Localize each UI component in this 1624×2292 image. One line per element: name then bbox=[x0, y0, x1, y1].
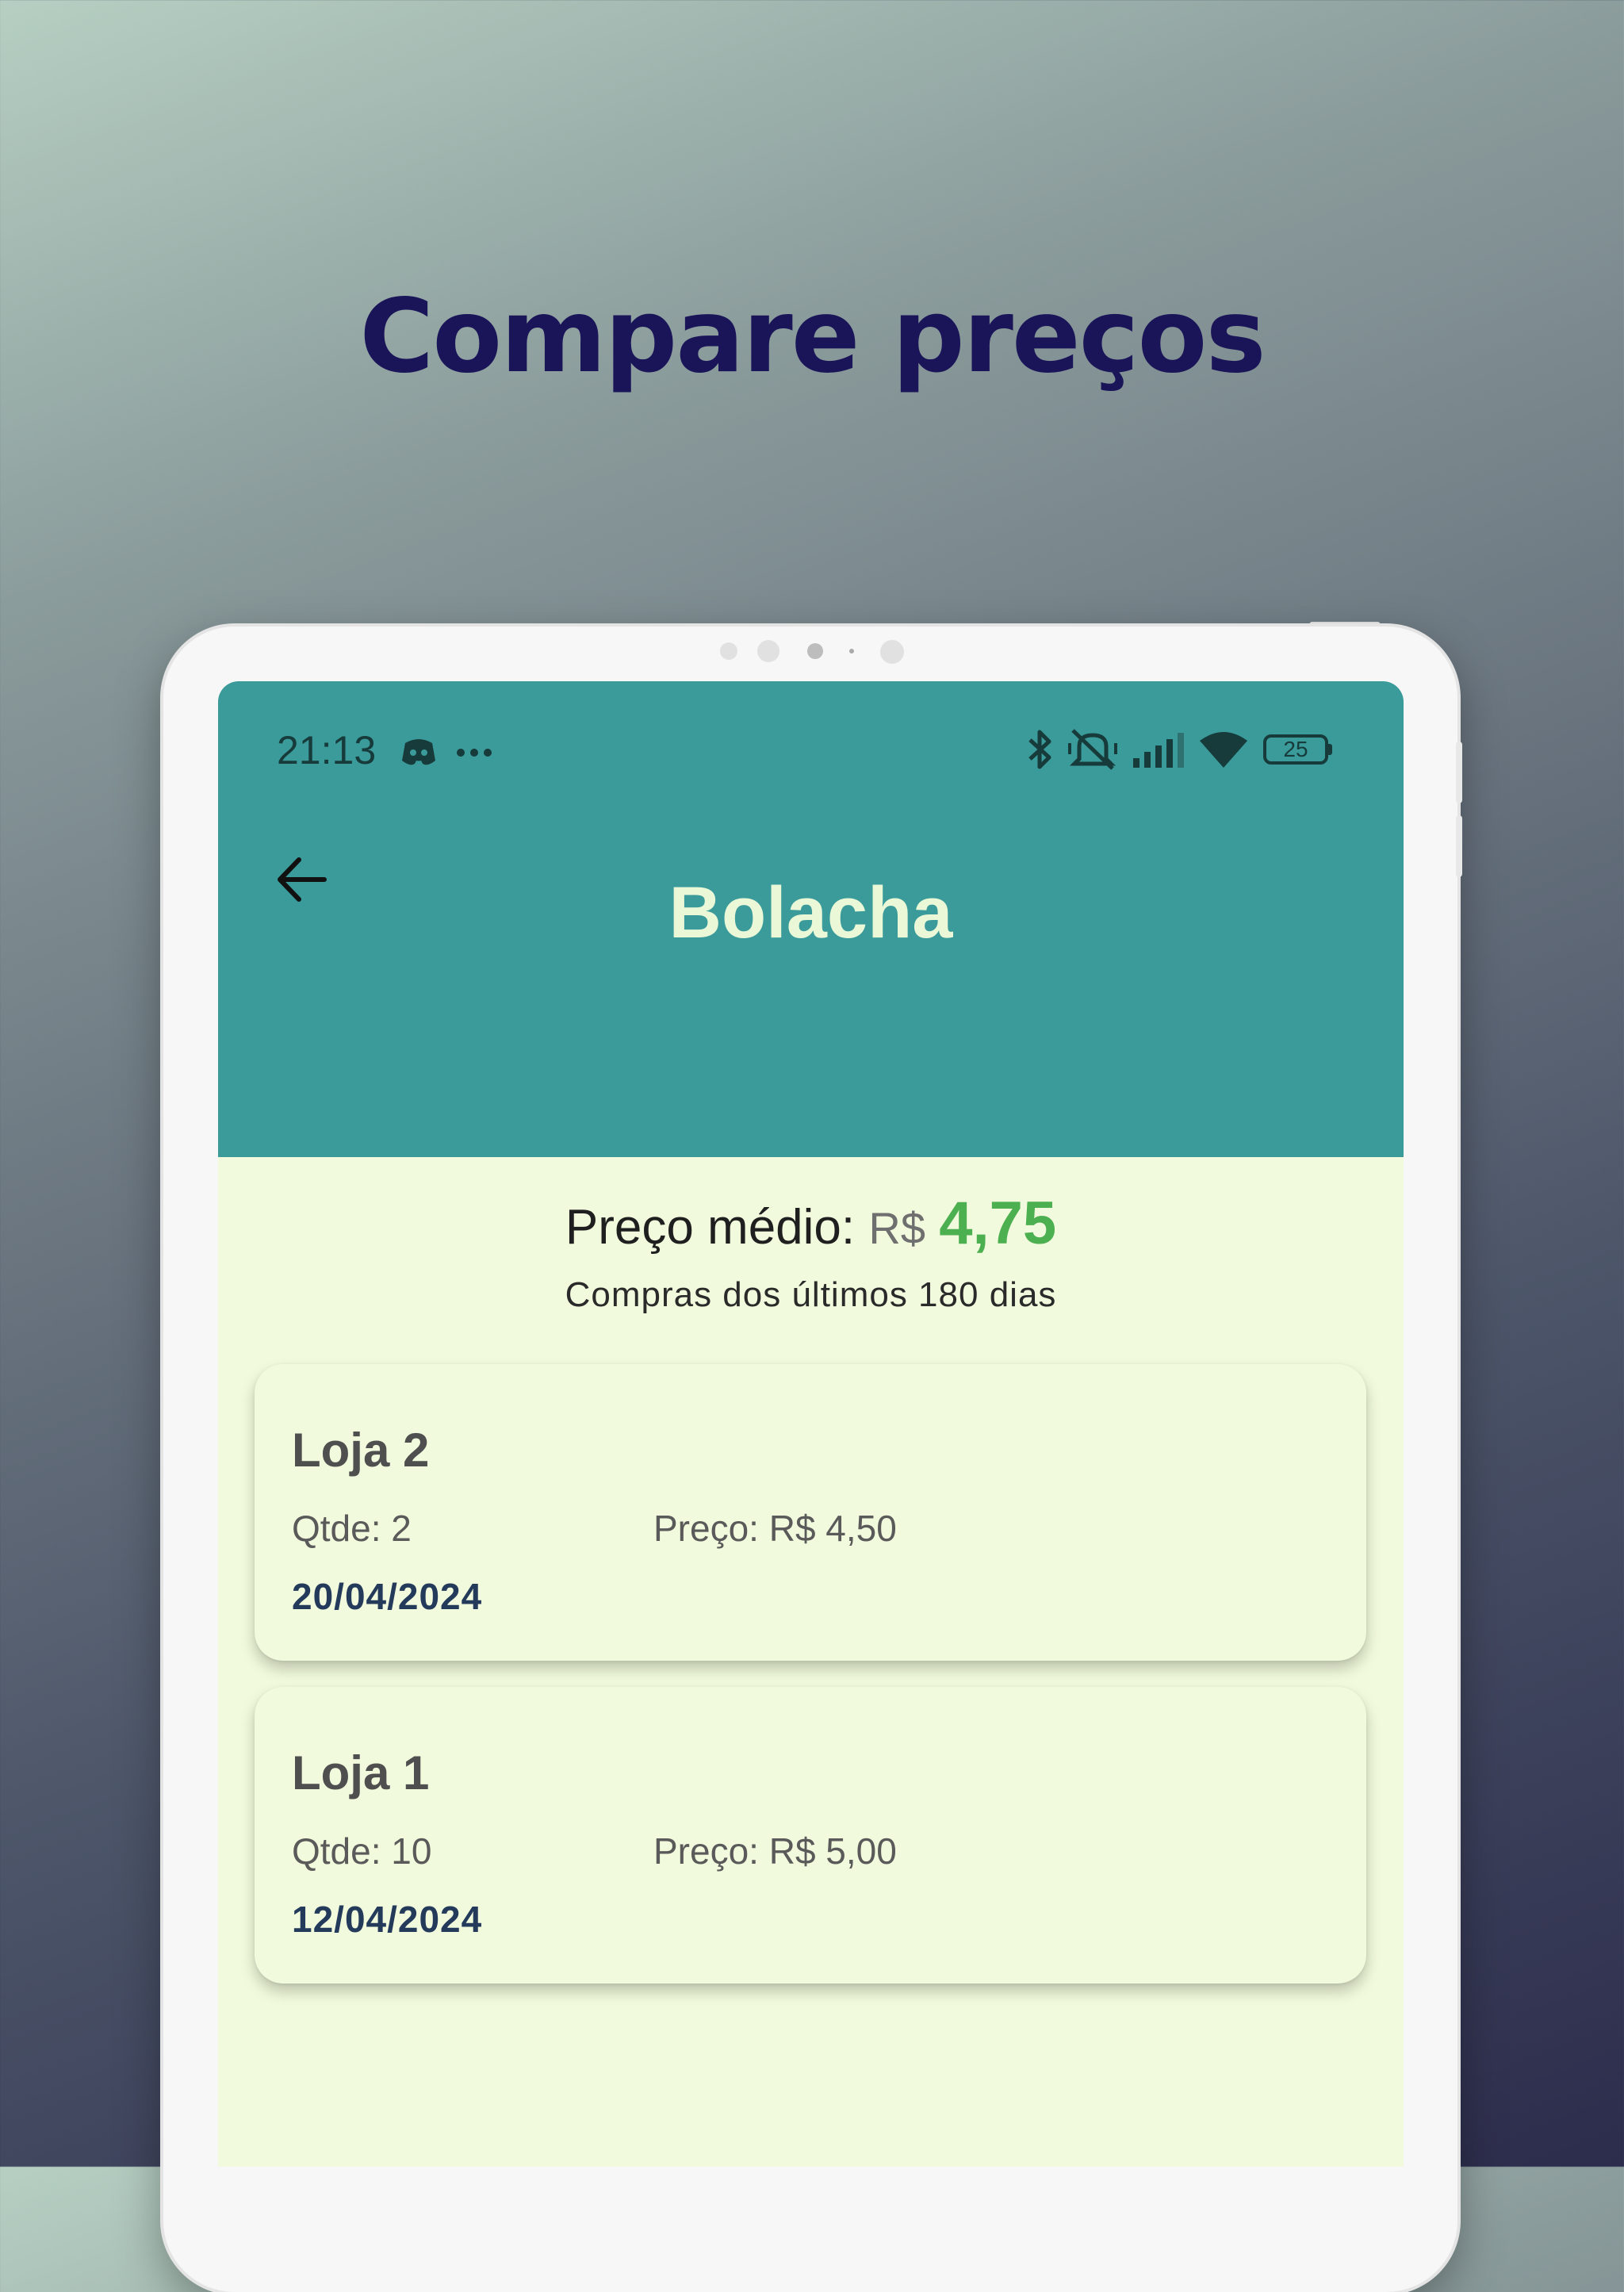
store-name: Loja 2 bbox=[292, 1424, 430, 1477]
purchase-card[interactable]: Loja 1 Qtde: 10 Preço: R$ 5,00 12/04/202… bbox=[255, 1687, 1366, 1983]
unit-price: Preço: R$ 4,50 bbox=[653, 1508, 897, 1549]
bluetooth-icon bbox=[1028, 730, 1051, 769]
discord-icon bbox=[402, 739, 435, 765]
signal-icon bbox=[1133, 733, 1184, 768]
battery-level: 25 bbox=[1263, 734, 1328, 765]
average-price-label: Preço médio: bbox=[565, 1200, 856, 1255]
average-price-line: Preço médio: R$ 4,75 bbox=[218, 1189, 1404, 1258]
price-summary: Preço médio: R$ 4,75 Compras dos últimos… bbox=[218, 1189, 1404, 1315]
headline: Compare preços bbox=[359, 278, 1266, 396]
purchase-card[interactable]: Loja 2 Qtde: 2 Preço: R$ 4,50 20/04/2024 bbox=[255, 1364, 1366, 1661]
purchase-date: 20/04/2024 bbox=[292, 1576, 483, 1617]
app-bar: 21:13 25 Bolacha bbox=[218, 681, 1404, 1157]
more-icon bbox=[457, 749, 492, 757]
store-name: Loja 1 bbox=[292, 1746, 430, 1799]
unit-price: Preço: R$ 5,00 bbox=[653, 1830, 897, 1872]
quantity: Qtde: 10 bbox=[292, 1830, 432, 1872]
mute-icon bbox=[1068, 729, 1117, 770]
quantity: Qtde: 2 bbox=[292, 1508, 412, 1549]
wifi-icon bbox=[1200, 732, 1247, 768]
status-icons: 25 bbox=[1027, 727, 1332, 772]
period-caption: Compras dos últimos 180 dias bbox=[565, 1275, 1057, 1314]
tablet-volume-down-button bbox=[1456, 815, 1462, 877]
average-price-value: 4,75 bbox=[939, 1190, 1057, 1257]
app-screen: 21:13 25 Bolacha Preço médio: R$ 4,75 Co… bbox=[218, 681, 1404, 2167]
currency-symbol: R$ bbox=[868, 1203, 925, 1253]
page-title: Bolacha bbox=[668, 872, 953, 953]
purchase-date: 12/04/2024 bbox=[292, 1899, 483, 1940]
battery-icon: 25 bbox=[1263, 734, 1332, 765]
status-time: 21:13 bbox=[277, 728, 377, 772]
tablet-volume-up-button bbox=[1456, 742, 1462, 803]
